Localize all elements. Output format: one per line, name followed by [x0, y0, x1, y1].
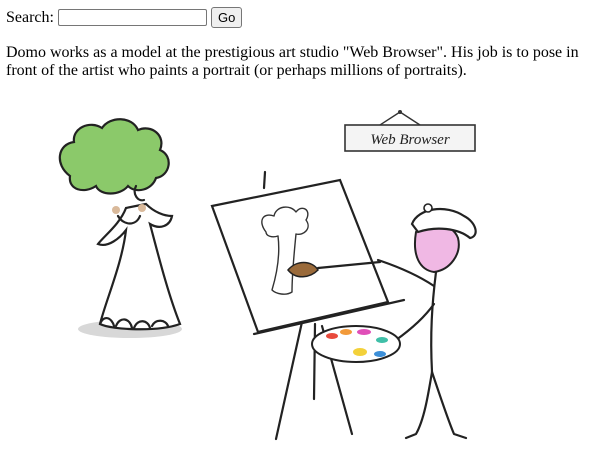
- easel-leg-left: [274, 320, 304, 441]
- easel-top-post: [262, 170, 267, 190]
- artist-arm-palette: [394, 302, 436, 342]
- broccoli-stalk: [96, 202, 182, 331]
- palette-orange-dab: [340, 329, 352, 335]
- broccoli-blush-right: [138, 204, 146, 212]
- search-label: Search:: [6, 8, 54, 26]
- studio-sign: Web Browser: [344, 110, 476, 152]
- description-text: Domo works as a model at the prestigious…: [6, 44, 579, 79]
- studio-illustration: Web Browser: [58, 110, 477, 441]
- palette-blue-dab: [374, 351, 386, 357]
- broccoli-model-figure: [58, 118, 182, 338]
- easel: [210, 170, 406, 441]
- beret-stem: [423, 203, 433, 213]
- search-input[interactable]: [57, 9, 207, 26]
- paint-palette: [311, 325, 401, 363]
- palette-magenta-dab: [357, 329, 371, 335]
- palette-red-dab: [326, 333, 338, 339]
- palette-teal-dab: [376, 337, 388, 343]
- palette-yellow-dab: [353, 348, 367, 356]
- artist-leg-left: [404, 370, 434, 440]
- sign-text: Web Browser: [370, 132, 449, 148]
- broccoli-blush-left: [112, 206, 120, 214]
- search-bar: Search: Go: [6, 7, 243, 28]
- easel-leg-back: [312, 322, 317, 401]
- artist-figure: [376, 203, 477, 440]
- broccoli-crown: [58, 118, 170, 195]
- artist-leg-right: [430, 370, 468, 440]
- palette-board: [311, 325, 401, 363]
- go-button[interactable]: Go: [210, 7, 243, 28]
- sign-nail: [398, 110, 402, 114]
